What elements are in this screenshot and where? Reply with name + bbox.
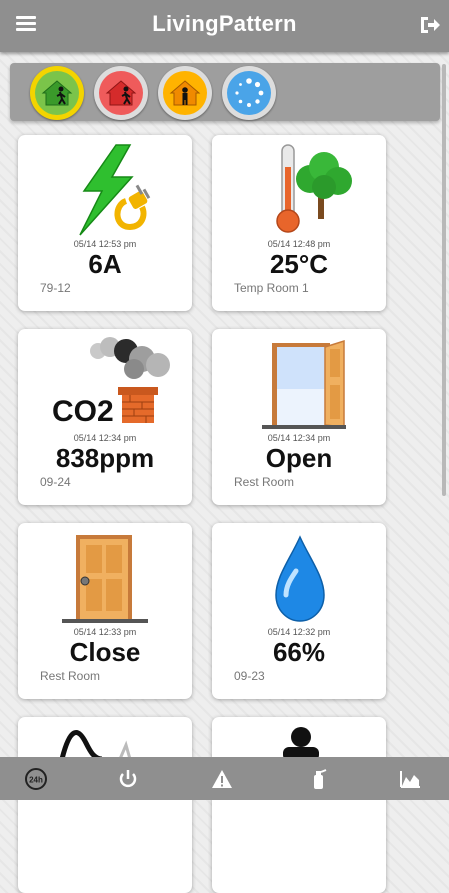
power-plug-icon [79,144,151,236]
tile-timestamp: 05/14 12:34 pm [73,433,137,443]
tile-value: 66% [272,637,326,667]
logout-icon [421,17,440,33]
home-occupied-icon [163,71,207,115]
sensor-tile-wave[interactable] [18,717,192,893]
tile-value: Open [265,443,333,473]
sensor-tile-door-open[interactable]: 05/14 12:34 pm Open Rest Room [212,329,386,505]
mode-at-home-button[interactable] [30,66,84,120]
24h-history-icon: 24h [25,768,47,790]
tile-value: Close [69,637,141,667]
extinguisher-icon [314,769,327,789]
sensor-tile-door-closed[interactable]: 05/14 12:33 pm Close Rest Room [18,523,192,699]
nav-extinguisher-button[interactable] [306,767,330,791]
mode-selector-bar [10,63,440,121]
sensor-tile-occupancy[interactable] [212,717,386,893]
chart-icon [400,771,420,788]
thermometer-tree-icon [276,144,352,233]
bottom-nav: 24h [0,757,449,800]
tile-value: 838ppm [55,443,155,473]
tile-timestamp: 05/14 12:48 pm [267,239,331,249]
tile-timestamp: 05/14 12:53 pm [73,239,137,249]
tile-label: 09-23 [234,669,265,683]
tile-value: 6A [88,249,122,279]
svg-text:CO2: CO2 [52,395,114,428]
tile-value: 25°C [269,249,329,279]
sensor-tile-temperature[interactable]: 05/14 12:48 pm 25°C Temp Room 1 [212,135,386,311]
tile-timestamp: 05/14 12:32 pm [267,627,331,637]
sensor-tile-humidity[interactable]: 05/14 12:32 pm 66% 09-23 [212,523,386,699]
nav-alerts-button[interactable] [210,767,234,791]
tile-label: Rest Room [40,669,101,683]
sensor-tile-current[interactable]: 05/14 12:53 pm 6A 79-12 [18,135,192,311]
tile-timestamp: 05/14 12:33 pm [73,627,137,637]
svg-text:24h: 24h [29,776,43,785]
sensor-tile-co2[interactable]: CO2 05/14 12:34 pm 838ppm 09-24 [18,329,192,505]
app-title: LivingPattern [152,11,297,36]
co2-chimney-icon: CO2 [52,337,170,428]
tile-label: 09-24 [40,475,71,489]
mode-away-button[interactable] [94,66,148,120]
away-icon [99,71,143,115]
closed-door-icon [62,535,148,623]
open-door-icon [262,339,346,429]
loading-icon [227,71,271,115]
tile-timestamp: 05/14 12:34 pm [267,433,331,443]
scrollbar[interactable] [442,64,446,496]
alert-icon [212,770,232,788]
power-icon [119,770,137,788]
tile-label: Temp Room 1 [234,281,309,295]
nav-history-button[interactable]: 24h [24,767,48,791]
water-drop-icon [275,535,325,622]
nav-chart-button[interactable] [398,767,422,791]
tile-label: Rest Room [234,475,295,489]
logout-button[interactable] [417,13,441,37]
at-home-icon [35,71,79,115]
app-header: LivingPattern [0,0,449,52]
mode-home-occupied-button[interactable] [158,66,212,120]
tile-label: 79-12 [40,281,71,295]
nav-power-button[interactable] [116,767,140,791]
mode-loading-button[interactable] [222,66,276,120]
